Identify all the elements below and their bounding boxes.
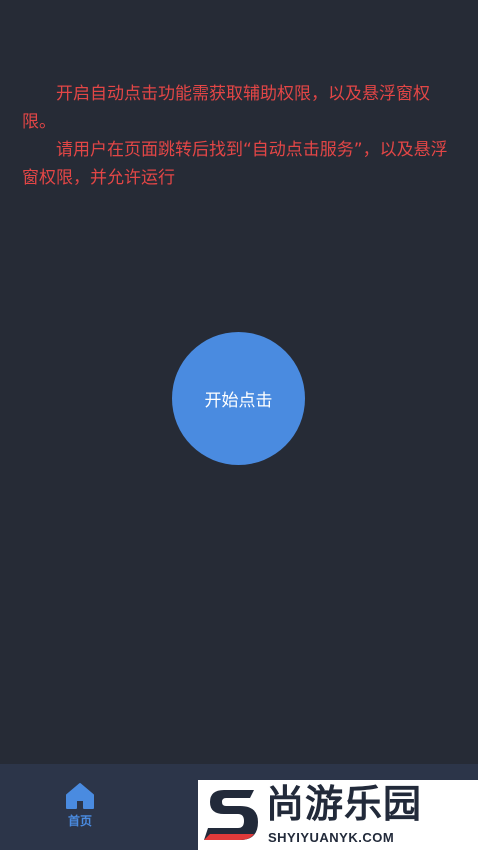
start-click-button-label: 开始点击 bbox=[204, 391, 273, 411]
permission-notice: 开启自动点击功能需获取辅助权限，以及悬浮窗权限。 请用户在页面跳转后找到“自动点… bbox=[22, 80, 454, 192]
watermark-url: SHYIYUANYK.COM bbox=[268, 830, 395, 845]
site-watermark: 尚游乐园 SHYIYUANYK.COM bbox=[198, 780, 478, 850]
notice-line-1: 开启自动点击功能需获取辅助权限，以及悬浮窗权限。 bbox=[22, 84, 430, 132]
tab-home-label: 首页 bbox=[67, 814, 92, 828]
watermark-logo-icon bbox=[202, 784, 262, 850]
home-icon bbox=[65, 782, 95, 810]
watermark-title: 尚游乐园 bbox=[266, 782, 423, 826]
start-click-button[interactable]: 开始点击 bbox=[172, 332, 305, 465]
notice-line-2: 请用户在页面跳转后找到“自动点击服务”，以及悬浮窗权限，并允许运行 bbox=[22, 140, 448, 188]
tab-home[interactable]: 首页 bbox=[50, 782, 110, 834]
